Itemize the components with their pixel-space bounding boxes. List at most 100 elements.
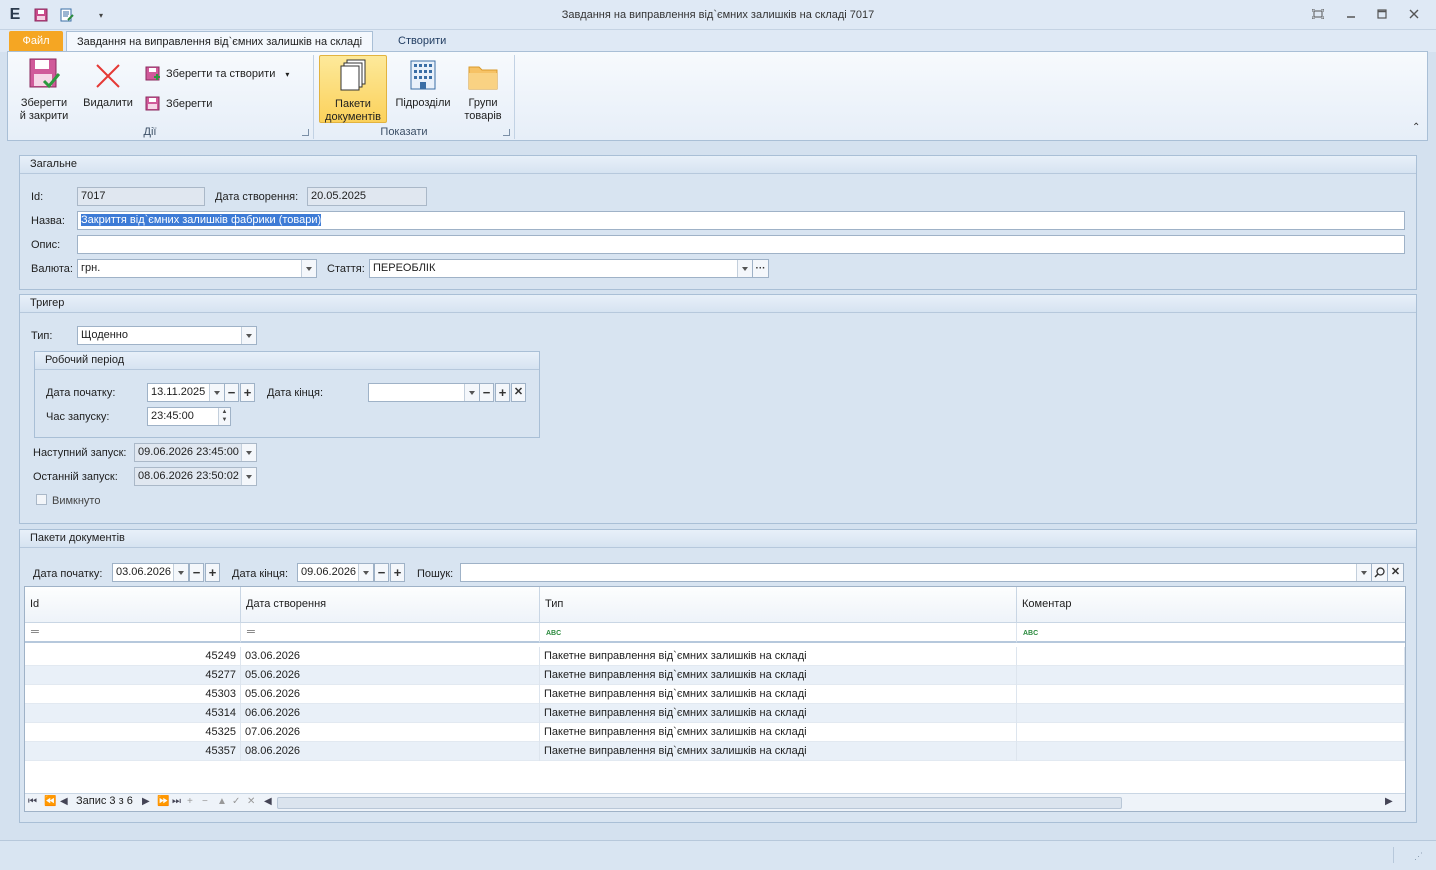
cell-id[interactable]: 45277 — [25, 666, 241, 685]
article-select[interactable]: ПЕРЕОБЛІК — [369, 259, 753, 278]
chevron-down-icon[interactable] — [209, 384, 224, 401]
pkg-end-field[interactable]: 09.06.2026 — [297, 563, 374, 582]
chevron-down-icon[interactable] — [173, 564, 188, 581]
chevron-down-icon[interactable] — [241, 327, 256, 344]
cell-comment[interactable] — [1017, 704, 1405, 723]
pkg-end-plus-button[interactable]: + — [390, 563, 405, 582]
next-run-field[interactable]: 09.06.2026 23:45:00 — [134, 443, 257, 462]
cancel-record-icon[interactable]: ✕ — [247, 796, 255, 807]
desc-field[interactable] — [77, 235, 1405, 254]
col-header-date[interactable]: Дата створення — [241, 587, 540, 623]
product-groups-button[interactable]: Групи товарів — [458, 55, 508, 123]
first-record-icon[interactable]: ⏮ — [28, 796, 37, 807]
start-date-plus-button[interactable]: + — [240, 383, 255, 402]
departments-button[interactable]: Підрозділи — [391, 55, 455, 123]
cell-date[interactable]: 08.06.2026 — [241, 742, 540, 761]
start-date-minus-button[interactable]: − — [224, 383, 239, 402]
minimize-icon[interactable] — [1343, 7, 1359, 21]
scroll-right-icon[interactable]: ▶ — [1385, 796, 1393, 807]
tab-file[interactable]: Файл — [9, 31, 63, 52]
table-row[interactable]: 45325 07.06.2026 Пакетне виправлення від`є… — [25, 723, 1405, 742]
scroll-left-icon[interactable]: ◀ — [264, 796, 272, 807]
cell-comment[interactable] — [1017, 742, 1405, 761]
cell-type[interactable]: Пакетне виправлення від`ємних залишків н… — [540, 666, 1017, 685]
resize-grip-icon[interactable]: ⋰ — [1414, 851, 1423, 862]
end-date-plus-button[interactable]: + — [495, 383, 510, 402]
cell-id[interactable]: 45303 — [25, 685, 241, 704]
collapse-ribbon-icon[interactable]: ⌃ — [1412, 122, 1420, 133]
type-select[interactable]: Щоденно — [77, 326, 257, 345]
cell-type[interactable]: Пакетне виправлення від`ємних залишків н… — [540, 723, 1017, 742]
id-field[interactable]: 7017 — [77, 187, 205, 206]
save-close-button[interactable]: Зберегти й закрити — [14, 55, 74, 123]
tab-task[interactable]: Завдання на виправлення від`ємних залишк… — [66, 31, 374, 52]
cell-type[interactable]: Пакетне виправлення від`ємних залишків н… — [540, 685, 1017, 704]
table-row[interactable]: 45314 06.06.2026 Пакетне виправлення від`є… — [25, 704, 1405, 723]
time-field[interactable]: 23:45:00 ▲ ▼ — [147, 407, 231, 426]
disabled-checkbox[interactable] — [36, 494, 47, 505]
chevron-down-icon[interactable] — [1356, 564, 1371, 581]
chevron-down-icon[interactable] — [737, 260, 752, 277]
horizontal-scrollbar-thumb[interactable] — [277, 797, 1122, 809]
end-date-field[interactable] — [368, 383, 480, 402]
filter-comment[interactable]: ABC — [1017, 623, 1405, 643]
chevron-down-icon[interactable] — [464, 384, 479, 401]
delete-button[interactable]: Видалити — [80, 55, 136, 123]
search-button[interactable] — [1371, 563, 1388, 582]
cell-comment[interactable] — [1017, 685, 1405, 704]
end-date-clear-button[interactable]: ✕ — [511, 383, 526, 402]
save-create-dropdown-icon[interactable]: ▾ — [285, 70, 289, 79]
table-row[interactable]: 45303 05.06.2026 Пакетне виправлення від`є… — [25, 685, 1405, 704]
chevron-down-icon[interactable] — [301, 260, 316, 277]
cell-type[interactable]: Пакетне виправлення від`ємних залишків н… — [540, 647, 1017, 666]
close-icon[interactable] — [1406, 7, 1422, 21]
delete-record-icon[interactable]: − — [202, 796, 208, 807]
chevron-down-icon[interactable] — [241, 468, 256, 485]
add-record-icon[interactable]: + — [187, 796, 193, 807]
doc-packages-button[interactable]: Пакети документів — [319, 55, 387, 123]
pkg-start-field[interactable]: 03.06.2026 — [112, 563, 189, 582]
end-date-minus-button[interactable]: − — [479, 383, 494, 402]
last-run-field[interactable]: 08.06.2026 23:50:02 — [134, 467, 257, 486]
cell-id[interactable]: 45357 — [25, 742, 241, 761]
cell-type[interactable]: Пакетне виправлення від`ємних залишків н… — [540, 704, 1017, 723]
start-date-field[interactable]: 13.11.2025 — [147, 383, 225, 402]
cell-comment[interactable] — [1017, 647, 1405, 666]
save-button[interactable]: Зберегти — [144, 94, 212, 114]
show-launcher-icon[interactable] — [503, 129, 510, 136]
cell-date[interactable]: 07.06.2026 — [241, 723, 540, 742]
article-ellipsis-button[interactable]: ··· — [752, 259, 769, 278]
search-input[interactable] — [460, 563, 1372, 582]
col-header-id[interactable]: Id — [25, 587, 241, 623]
filter-type[interactable]: ABC — [540, 623, 1017, 643]
cell-id[interactable]: 45325 — [25, 723, 241, 742]
pkg-end-minus-button[interactable]: − — [374, 563, 389, 582]
cell-type[interactable]: Пакетне виправлення від`ємних залишків н… — [540, 742, 1017, 761]
cell-date[interactable]: 05.06.2026 — [241, 685, 540, 704]
filter-date[interactable]: ═ — [241, 623, 540, 643]
filter-id[interactable]: ═ — [25, 623, 241, 643]
prev-page-icon[interactable]: ⏪ — [44, 796, 56, 807]
cell-comment[interactable] — [1017, 723, 1405, 742]
maximize-icon[interactable] — [1374, 7, 1390, 21]
currency-select[interactable]: грн. — [77, 259, 317, 278]
next-page-icon[interactable]: ⏩ — [157, 796, 169, 807]
prev-record-icon[interactable]: ◀ — [60, 796, 68, 807]
pkg-start-minus-button[interactable]: − — [189, 563, 204, 582]
table-row[interactable]: 45249 03.06.2026 Пакетне виправлення від`є… — [25, 647, 1405, 666]
actions-launcher-icon[interactable] — [302, 129, 309, 136]
chevron-down-icon[interactable] — [241, 444, 256, 461]
last-record-icon[interactable]: ⏭ — [172, 796, 181, 807]
col-header-type[interactable]: Тип — [540, 587, 1017, 623]
col-header-comment[interactable]: Коментар — [1017, 587, 1405, 623]
cell-date[interactable]: 03.06.2026 — [241, 647, 540, 666]
tab-create[interactable]: Створити — [388, 31, 456, 52]
time-spin-icon[interactable]: ▲ ▼ — [218, 408, 230, 425]
edit-record-icon[interactable]: ▲ — [217, 796, 227, 807]
cell-date[interactable]: 05.06.2026 — [241, 666, 540, 685]
table-row[interactable]: 45277 05.06.2026 Пакетне виправлення від`є… — [25, 666, 1405, 685]
next-record-icon[interactable]: ▶ — [142, 796, 150, 807]
cell-id[interactable]: 45249 — [25, 647, 241, 666]
table-row[interactable]: 45357 08.06.2026 Пакетне виправлення від`є… — [25, 742, 1405, 761]
search-clear-button[interactable]: ✕ — [1387, 563, 1404, 582]
